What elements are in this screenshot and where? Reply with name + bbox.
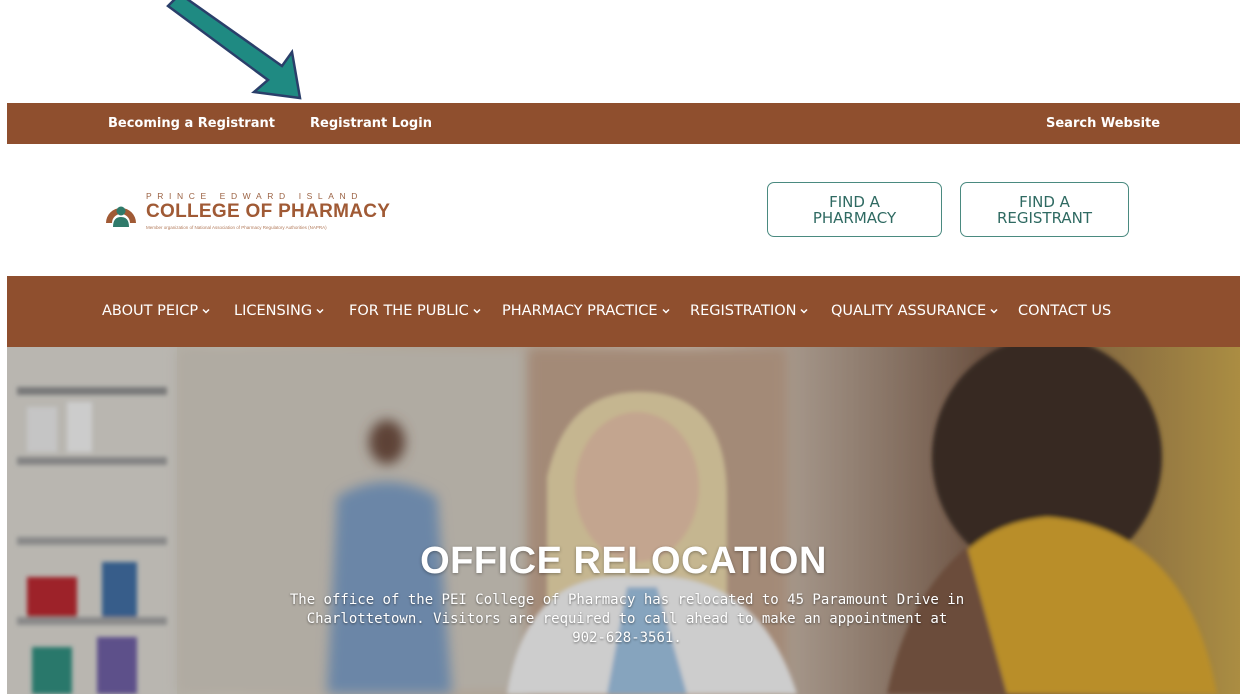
nav-item-quality-assurance[interactable]: QUALITY ASSURANCE (831, 303, 998, 319)
find-pharmacy-label-1: FIND A (829, 192, 880, 211)
nav-item-label: CONTACT US (1018, 303, 1112, 319)
hero-text-line: The office of the PEI College of Pharmac… (289, 592, 965, 608)
nav-item-contact-us[interactable]: CONTACT US (1018, 303, 1111, 319)
nav-item-for-the-public[interactable]: FOR THE PUBLIC (349, 303, 481, 319)
find-registrant-label-1: FIND A (1019, 192, 1070, 211)
nav-item-label: REGISTRATION (690, 303, 797, 319)
nav-item-registration[interactable]: REGISTRATION (690, 303, 809, 319)
chevron-down-icon (800, 308, 809, 314)
hero-description: The office of the PEI College of Pharmac… (237, 591, 1017, 648)
chevron-down-icon (473, 308, 481, 314)
find-pharmacy-label-2: PHARMACY (812, 208, 897, 227)
logo-title: COLLEGE OF PHARMACY (146, 201, 391, 222)
registrant-login-link[interactable]: Registrant Login (310, 116, 432, 131)
site-logo[interactable]: PRINCE EDWARD ISLAND COLLEGE OF PHARMACY… (104, 191, 390, 231)
nav-item-label: PHARMACY PRACTICE (502, 303, 658, 319)
chevron-down-icon (990, 308, 998, 314)
pharmacy-logo-icon (106, 206, 136, 227)
find-registrant-label-2: REGISTRANT (996, 208, 1093, 227)
nav-item-licensing[interactable]: LICENSING (234, 303, 324, 319)
chevron-down-icon (316, 308, 324, 314)
chevron-down-icon (202, 308, 210, 314)
nav-item-label: QUALITY ASSURANCE (831, 303, 987, 319)
find-pharmacy-button[interactable]: FIND A PHARMACY (767, 182, 942, 237)
nav-item-label: FOR THE PUBLIC (349, 303, 469, 319)
hero-title: OFFICE RELOCATION (420, 540, 827, 582)
nav-item-pharmacy-practice[interactable]: PHARMACY PRACTICE (502, 303, 670, 319)
logo-tagline: Member organization of National Associat… (146, 225, 327, 230)
hero-text-line: 902-628-3561. (572, 630, 682, 646)
hero-text-line: Charlottetown. Visitors are required to … (306, 611, 948, 627)
utility-bar: Becoming a Registrant Registrant Login S… (7, 103, 1240, 144)
site-header: PRINCE EDWARD ISLAND COLLEGE OF PHARMACY… (7, 144, 1240, 276)
becoming-registrant-link[interactable]: Becoming a Registrant (108, 116, 275, 131)
nav-item-label: ABOUT PEICP (102, 303, 199, 319)
nav-item-label: LICENSING (234, 303, 313, 319)
nav-item-about-peicp[interactable]: ABOUT PEICP (102, 303, 210, 319)
logo-subtitle: PRINCE EDWARD ISLAND (146, 191, 364, 201)
main-nav: ABOUT PEICP LICENSING FOR THE PUBLIC PHA… (7, 276, 1240, 347)
search-website-link[interactable]: Search Website (1046, 116, 1160, 131)
annotation-arrow-icon (166, 0, 302, 100)
find-registrant-button[interactable]: FIND A REGISTRANT (960, 182, 1129, 237)
hero-banner: OFFICE RELOCATION The office of the PEI … (7, 347, 1240, 694)
chevron-down-icon (662, 308, 670, 314)
